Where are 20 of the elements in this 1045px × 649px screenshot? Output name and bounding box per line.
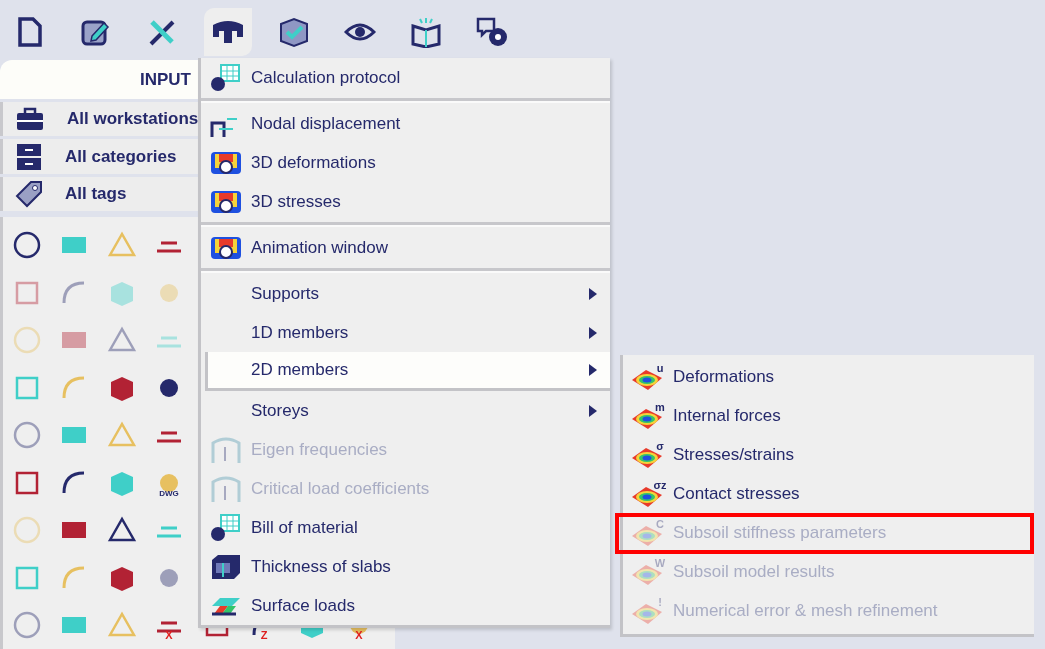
menu-item[interactable]: Calculation protocol xyxy=(201,58,610,97)
menu-item[interactable]: Bill of material xyxy=(201,508,610,547)
submenu-item[interactable]: σz Contact stresses xyxy=(623,474,1034,513)
table-icon xyxy=(209,62,243,93)
menu-item[interactable]: Surface loads xyxy=(201,586,610,625)
tag-icon xyxy=(15,180,43,209)
table-icon xyxy=(209,512,243,543)
menu-item[interactable]: 1D members xyxy=(201,313,610,352)
menu-item[interactable]: Thickness of slabs xyxy=(201,547,610,586)
results-icon[interactable] xyxy=(204,8,252,56)
menu-item[interactable]: 2D members xyxy=(205,352,610,391)
drawer-icon xyxy=(15,141,43,172)
panel-title: INPUT xyxy=(140,68,191,91)
menu-item[interactable]: Animation window xyxy=(201,228,610,267)
menu-item[interactable]: Storeys xyxy=(201,391,610,430)
toolbox-icon xyxy=(15,105,45,132)
menu-item[interactable]: Supports xyxy=(201,274,610,313)
submenu-item[interactable]: m Internal forces xyxy=(623,396,1034,435)
submenu-item[interactable]: u Deformations xyxy=(623,357,1034,396)
submenu-item[interactable]: σ Stresses/strains xyxy=(623,435,1034,474)
